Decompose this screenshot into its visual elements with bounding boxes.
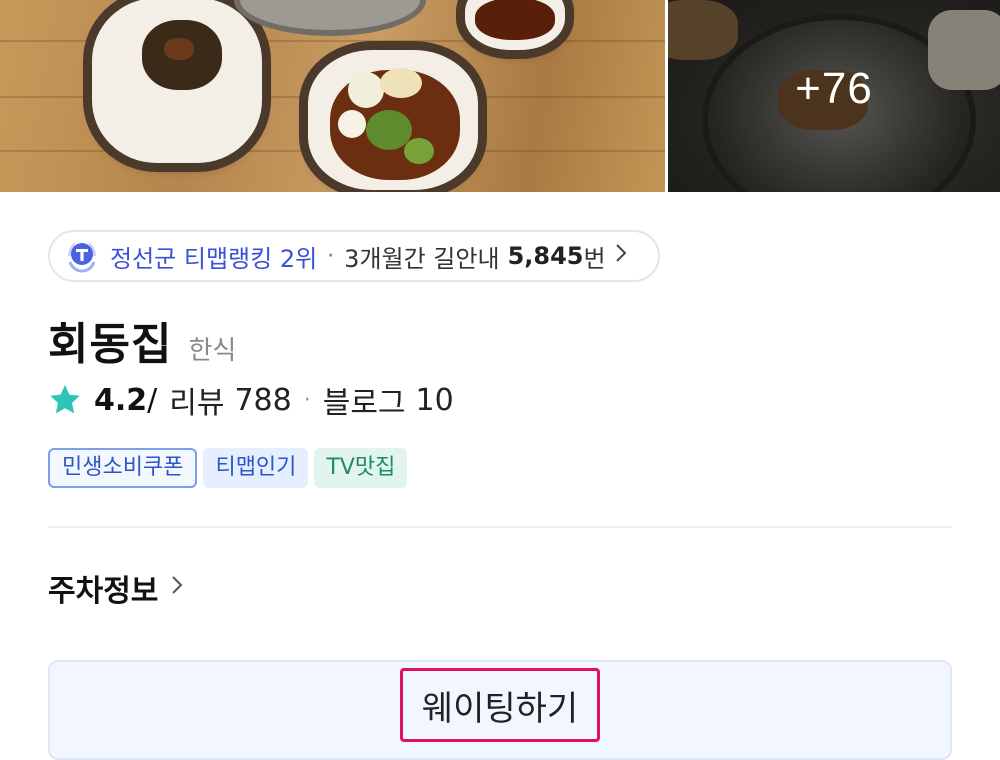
visit-count: 5,845 xyxy=(507,242,584,270)
food-photo-more[interactable]: +76 xyxy=(668,0,1000,192)
more-photos-count: +76 xyxy=(795,64,873,113)
visit-prefix: 3개월간 길안내 xyxy=(344,244,500,273)
tag-list: 민생소비쿠폰 티맵인기 TV맛집 xyxy=(48,448,408,488)
separator-dot: · xyxy=(327,243,335,269)
tag-tv-restaurant: TV맛집 xyxy=(314,448,408,488)
visit-suffix: 번 xyxy=(583,244,606,273)
review-label: 리뷰 xyxy=(169,386,225,421)
parking-info-label: 주차정보 xyxy=(48,574,159,609)
chevron-right-icon xyxy=(170,573,184,604)
separator-dot: · xyxy=(303,387,311,413)
star-icon xyxy=(48,383,82,417)
waiting-button[interactable]: 웨이팅하기 xyxy=(400,668,600,742)
tmap-ranking-pill[interactable]: 정선군 티맵랭킹 2위 · 3개월간 길안내 5,845 번 xyxy=(48,230,660,282)
rating-slash: / xyxy=(147,382,158,418)
tag-tmap-popular: 티맵인기 xyxy=(203,448,309,488)
place-category: 한식 xyxy=(188,336,237,366)
rating-row[interactable]: 4.2 / 리뷰 788 · 블로그 10 xyxy=(48,378,454,422)
tmap-rank-text: 정선군 티맵랭킹 2위 xyxy=(110,244,318,273)
tmap-rank-badge-icon xyxy=(64,238,100,274)
parking-info-link[interactable]: 주차정보 xyxy=(48,566,184,610)
place-name: 회동집 xyxy=(48,319,173,370)
photo-gallery[interactable]: +76 xyxy=(0,0,1000,192)
place-title-row: 회동집 한식 xyxy=(48,308,236,372)
blog-label: 블로그 xyxy=(322,386,406,421)
section-divider xyxy=(48,526,952,528)
food-photo-main[interactable] xyxy=(0,0,665,192)
blog-count: 10 xyxy=(415,382,454,418)
review-count: 788 xyxy=(234,382,292,418)
rating-value: 4.2 xyxy=(94,382,148,418)
chevron-right-icon xyxy=(614,242,628,270)
tag-coupon[interactable]: 민생소비쿠폰 xyxy=(48,448,198,488)
